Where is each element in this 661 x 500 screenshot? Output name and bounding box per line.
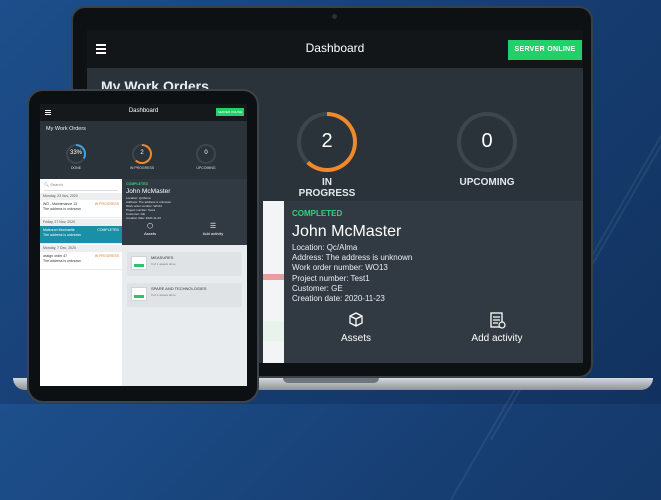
add-activity-label: Add activity xyxy=(471,333,523,344)
customer-name: John McMaster xyxy=(126,188,171,195)
laptop-notch xyxy=(283,378,379,383)
upcoming-count: 0 xyxy=(481,130,493,152)
asset-card-title: MEASURES xyxy=(151,255,174,260)
customer-name: John McMaster xyxy=(292,223,402,240)
add-activity-button[interactable]: Add activity xyxy=(452,311,542,344)
detail-line: Location: Qc/Alma xyxy=(292,243,358,252)
cube-icon: ⬡ xyxy=(146,223,154,230)
asset-card-progress: 0 of 1 assets done xyxy=(151,293,176,297)
app-header: Dashboard SERVER ONLINE xyxy=(87,30,583,68)
status-badge: COMPLETED xyxy=(126,182,148,186)
detail-lines: Location: Qc/Alma Address: The address i… xyxy=(292,243,412,304)
list-item-sub: The address is unknown xyxy=(43,232,81,237)
in-progress-count: 2 xyxy=(140,150,144,156)
asset-card[interactable]: MEASURES 0 of 1 assets done xyxy=(127,252,242,276)
list-date-header: Monday, 7 Dec, 2020 xyxy=(40,245,122,252)
asset-thumbnail-icon xyxy=(131,256,147,270)
in-progress-ring[interactable]: 2 xyxy=(132,144,152,164)
checklist-icon: ☰ xyxy=(209,223,217,230)
detail-line: Work order number: WO13 xyxy=(292,263,388,273)
list-date-header: Friday, 27 Nov, 2020 xyxy=(40,219,122,226)
assets-button[interactable]: Assets xyxy=(311,311,401,344)
tablet-screen: Dashboard SERVER ONLINE My Work Orders 3… xyxy=(40,104,247,386)
upcoming-label: UPCOMING xyxy=(459,177,515,188)
tablet-header: Dashboard SERVER ONLINE xyxy=(40,104,247,121)
upcoming-ring[interactable]: 0 xyxy=(196,144,216,164)
upcoming-ring[interactable]: 0 xyxy=(457,112,517,172)
list-item-status: COMPLETED xyxy=(97,228,119,232)
search-input[interactable]: 🔍︎ Search xyxy=(44,182,118,191)
tablet-detail-pane: COMPLETED John McMaster Location: Qc/Alm… xyxy=(122,179,247,386)
in-progress-label: IN PROGRESS xyxy=(129,166,155,170)
list-item-sub: The address is unknown xyxy=(43,258,81,263)
section-title: My Work Orders xyxy=(46,126,86,132)
server-status-badge: SERVER ONLINE xyxy=(216,108,244,116)
laptop-camera xyxy=(332,14,337,19)
done-percent: 33% xyxy=(69,150,82,156)
add-activity-button[interactable]: ☰ Add activity xyxy=(188,223,238,236)
in-progress-ring[interactable]: 2 xyxy=(297,112,357,172)
asset-card[interactable]: SPARE AND TECHNOLOGIES 0 of 1 assets don… xyxy=(127,283,242,307)
upcoming-label: UPCOMING xyxy=(196,166,216,170)
detail-line: Project number: Test1 xyxy=(292,273,370,283)
add-activity-label: Add activity xyxy=(202,231,224,236)
list-item[interactable]: assign order 47 The address is unknown I… xyxy=(40,252,122,270)
status-badge: COMPLETED xyxy=(292,209,343,218)
upcoming-count: 0 xyxy=(204,150,208,156)
asset-thumbnail-icon xyxy=(131,287,147,301)
tablet-summary: My Work Orders 33% DONE 2 IN PROGRESS 0 … xyxy=(40,121,247,179)
detail-line: Address: The address is unknown xyxy=(292,253,413,263)
asset-card-progress: 0 of 1 assets done xyxy=(151,262,176,266)
assets-label: Assets xyxy=(340,333,371,344)
detail-line: Creation date: 2020-11-23 xyxy=(126,216,161,220)
list-item-selected[interactable]: Maleoron Mochaelte The address is unknow… xyxy=(40,226,122,244)
list-item-status: IN PROGRESS xyxy=(94,254,119,258)
search-placeholder: Search xyxy=(50,182,63,187)
work-order-detail: COMPLETED John McMaster Location: Qc/Alm… xyxy=(284,201,583,363)
list-date-header: Monday, 23 Nov, 2020 xyxy=(40,193,122,200)
in-progress-count: 2 xyxy=(321,130,333,152)
work-order-list: 🔍︎ Search Monday, 23 Nov, 2020 WO - Main… xyxy=(40,179,122,386)
done-label: DONE xyxy=(70,166,82,170)
checklist-icon xyxy=(490,312,506,329)
list-item[interactable]: WO - Maintenance 13 The address is unkno… xyxy=(40,200,122,218)
done-ring[interactable]: 33% xyxy=(66,144,86,164)
list-item-sub: The address is unknown xyxy=(43,206,81,211)
asset-card-title: SPARE AND TECHNOLOGIES xyxy=(151,286,207,291)
work-order-list-edge xyxy=(263,201,284,363)
assets-button[interactable]: ⬡ Assets xyxy=(125,223,175,236)
detail-line: Creation date: 2020-11-23 xyxy=(292,294,385,304)
list-item-status: IN PROGRESS xyxy=(94,202,119,206)
detail-lines: Location: Qc/Alma Address: The address i… xyxy=(126,196,171,220)
server-status-badge: SERVER ONLINE xyxy=(508,40,582,60)
cube-icon xyxy=(349,312,363,327)
assets-label: Assets xyxy=(143,231,156,236)
in-progress-label: IN PROGRESS xyxy=(298,177,356,199)
detail-line: Customer: GE xyxy=(292,283,343,293)
work-order-detail: COMPLETED John McMaster Location: Qc/Alm… xyxy=(122,179,247,245)
